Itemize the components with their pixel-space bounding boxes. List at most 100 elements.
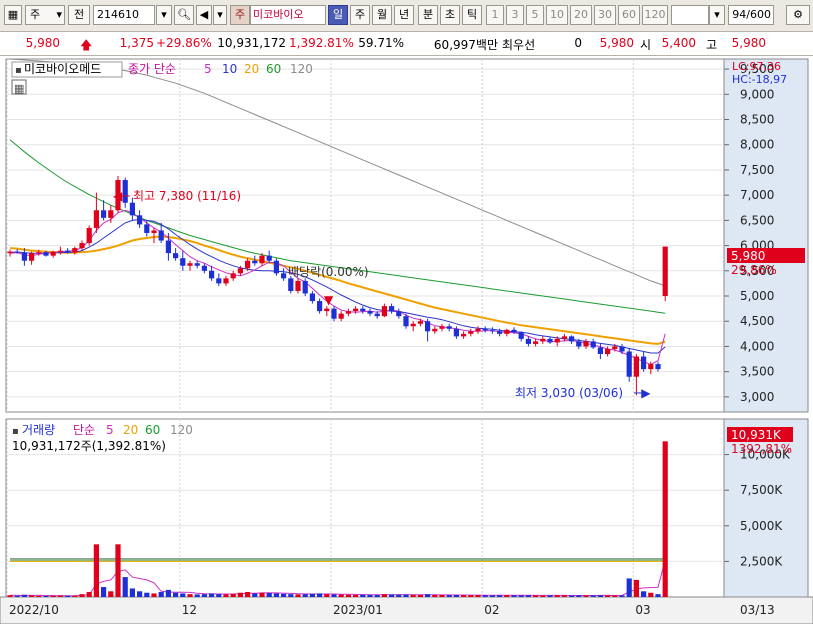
interval-5-button[interactable]: 5 [526,5,544,25]
settings-icon[interactable]: ⚙ [786,5,810,25]
candle-body [612,346,618,349]
volume-bar [144,592,150,597]
volume-bar [590,595,596,597]
volume-bar [223,594,229,597]
interval-20-button[interactable]: 20 [570,5,592,25]
candle-body [367,311,373,314]
chevron-down-icon[interactable]: ▾ [156,5,172,25]
vol-ma120-legend: 120 [170,423,193,437]
candle-body [158,230,164,241]
candle-body [144,224,150,233]
volume-ma-label: 단순 [73,423,95,437]
price-tick-label: 9,000 [740,87,774,101]
candle-body [511,329,517,333]
period-second-button[interactable]: 초 [440,5,460,25]
candle-body [245,260,251,269]
chart-svg[interactable]: 3,0003,5004,0004,5005,0005,5006,0006,500… [0,56,813,625]
volume-bar [57,595,63,597]
period-week-button[interactable]: 주 [350,5,370,25]
interval-30-button[interactable]: 30 [594,5,616,25]
volume-bar [158,592,164,597]
volume-bar [122,577,128,597]
volume-bar [7,595,13,597]
volume-bar [165,589,171,597]
volume-bar [497,595,503,597]
volume-bar [50,595,56,597]
code-input[interactable]: 214610 [93,5,155,25]
candle-body [108,210,114,218]
volume-bar [605,595,611,597]
candle-body [554,338,560,343]
exdiv-annotation: 배당락(0.00%) [288,265,369,279]
volume-bar [43,596,49,598]
volume-bar [425,594,431,597]
volume-bar [237,592,243,597]
volume-bar [583,595,589,597]
chevron-down-icon[interactable]: ▾ [709,5,725,25]
toolbar: ▦ 주 ▾ 전 214610 ▾ 🔍︎ ◀ ▾ 주 미코바이오 일 주 월 년 분… [0,0,813,32]
candle-body [36,252,42,254]
volume-bar [93,544,99,597]
candle-body [237,268,243,274]
date-tick-label: 03/13 [740,603,775,617]
interval-1-button[interactable]: 1 [486,5,504,25]
chevron-down-icon[interactable]: ▾ [213,5,227,25]
volume-bar [281,593,287,597]
interval-60-button[interactable]: 60 [618,5,640,25]
volume-bar [295,594,301,597]
volume-bar [273,593,279,597]
volume-panel-title: 거래량 [22,423,55,437]
ma20-legend: 20 [244,62,259,76]
period-year-button[interactable]: 년 [394,5,414,25]
volume-bar [576,595,582,597]
candle-body [21,252,27,261]
candle-body [432,328,438,332]
interval-custom-input[interactable] [671,5,709,25]
jeon-button[interactable]: 전 [68,5,90,25]
count-input[interactable]: 94/600 [728,5,774,25]
candle-body [475,328,481,332]
chart-area[interactable]: 3,000 3,500 4,000 4,500 5,000 5,500 6,000 6,500… [0,56,813,625]
volume-bar [29,595,35,597]
interval-120-button[interactable]: 120 [642,5,668,25]
up-arrow-icon: 🡅 [80,38,93,52]
candle-body [43,252,49,256]
volume-bar [101,587,107,597]
candle-body [461,333,467,337]
candle-body [655,364,661,370]
volume-bar [36,595,42,597]
speaker-icon[interactable]: ◀ [196,5,212,25]
ma10-legend: 10 [222,62,237,76]
volume-bar [324,594,330,597]
volume-bar [252,593,258,597]
period-tick-button[interactable]: 틱 [462,5,482,25]
candle-body [619,346,625,352]
volume-bar [453,595,459,597]
interval-3-button[interactable]: 3 [506,5,524,25]
trade-amount: 60,997백만 [433,38,498,52]
chart-menu-icon[interactable]: ▦ [4,5,22,25]
candle-body [353,308,359,312]
price-tick-label: 6,500 [740,213,774,227]
count-value: 94 [732,8,747,21]
period-month-button[interactable]: 월 [372,5,392,25]
candle-body [389,306,395,312]
period-minute-button[interactable]: 분 [418,5,438,25]
volume-percent: 1,392.81% [289,36,354,50]
candle-body [525,338,531,344]
volume-bar [137,591,143,597]
interval-10-button[interactable]: 10 [546,5,568,25]
candle-body [65,250,71,253]
volume-bar [389,594,395,597]
market-select[interactable]: 주 ▾ [25,5,65,25]
price-tick-label: 3,000 [740,390,774,404]
quote-bar: 5,980 🡅 1,375 +29.86% 10,931,172 1,392.8… [0,32,813,56]
search-icon[interactable]: 🔍︎ [174,5,194,25]
volume-bar [86,592,92,597]
volume-bar [360,594,366,597]
period-day-button[interactable]: 일 [328,5,348,25]
candle-body [439,326,445,329]
candle-body [165,240,171,254]
candle-body [533,341,539,344]
volume-bar [338,594,344,597]
